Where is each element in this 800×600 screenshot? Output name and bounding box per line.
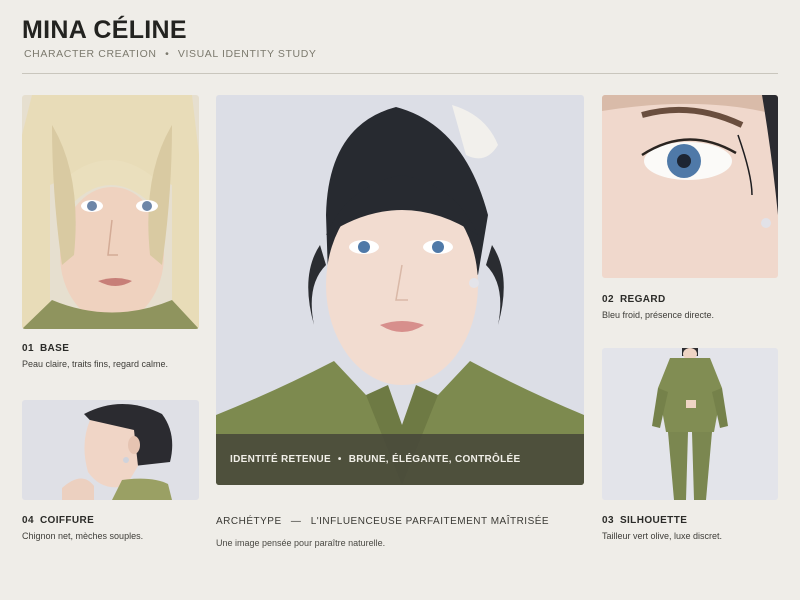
overlay-left: IDENTITÉ RETENUE [230, 454, 331, 465]
card-title-base: 01 BASE [22, 343, 70, 354]
archetype-line: ARCHÉTYPE — L'INFLUENCEUSE PARFAITEMENT … [216, 516, 549, 527]
page-subtitle: CHARACTER CREATION • VISUAL IDENTITY STU… [24, 48, 317, 60]
header-divider [22, 73, 778, 74]
subtitle-left: CHARACTER CREATION [24, 48, 157, 60]
coiffure-profile-photo [22, 400, 199, 500]
overlay-right: BRUNE, ÉLÉGANTE, CONTRÔLÉE [348, 454, 521, 465]
hero-overlay-caption: IDENTITÉ RETENUE • BRUNE, ÉLÉGANTE, CONT… [216, 434, 584, 485]
card-desc-silhouette: Tailleur vert olive, luxe discret. [602, 531, 723, 541]
base-portrait-photo [22, 95, 199, 329]
subtitle-right: VISUAL IDENTITY STUDY [177, 48, 317, 60]
card-title-silhouette: 03 SILHOUETTE [602, 515, 688, 526]
hero-portrait-photo: IDENTITÉ RETENUE • BRUNE, ÉLÉGANTE, CONT… [216, 95, 584, 485]
card-title-regard: 02 REGARD [602, 294, 666, 305]
overlay-separator: • [337, 454, 342, 465]
card-title-coiffure: 04 COIFFURE [22, 515, 95, 526]
archetype-value: L'INFLUENCEUSE PARFAITEMENT MAÎTRISÉE [310, 516, 550, 527]
card-desc-base: Peau claire, traits fins, regard calme. [22, 359, 169, 369]
archetype-dash: — [290, 516, 302, 527]
subtitle-separator: • [165, 48, 170, 60]
regard-eye-photo [602, 95, 778, 278]
archetype-label: ARCHÉTYPE [216, 516, 282, 527]
card-desc-regard: Bleu froid, présence directe. [602, 310, 715, 320]
archetype-desc: Une image pensée pour paraître naturelle… [216, 538, 386, 548]
page-title: MINA CÉLINE [22, 16, 187, 44]
card-desc-coiffure: Chignon net, mèches souples. [22, 531, 144, 541]
silhouette-fullbody-photo [602, 348, 778, 500]
